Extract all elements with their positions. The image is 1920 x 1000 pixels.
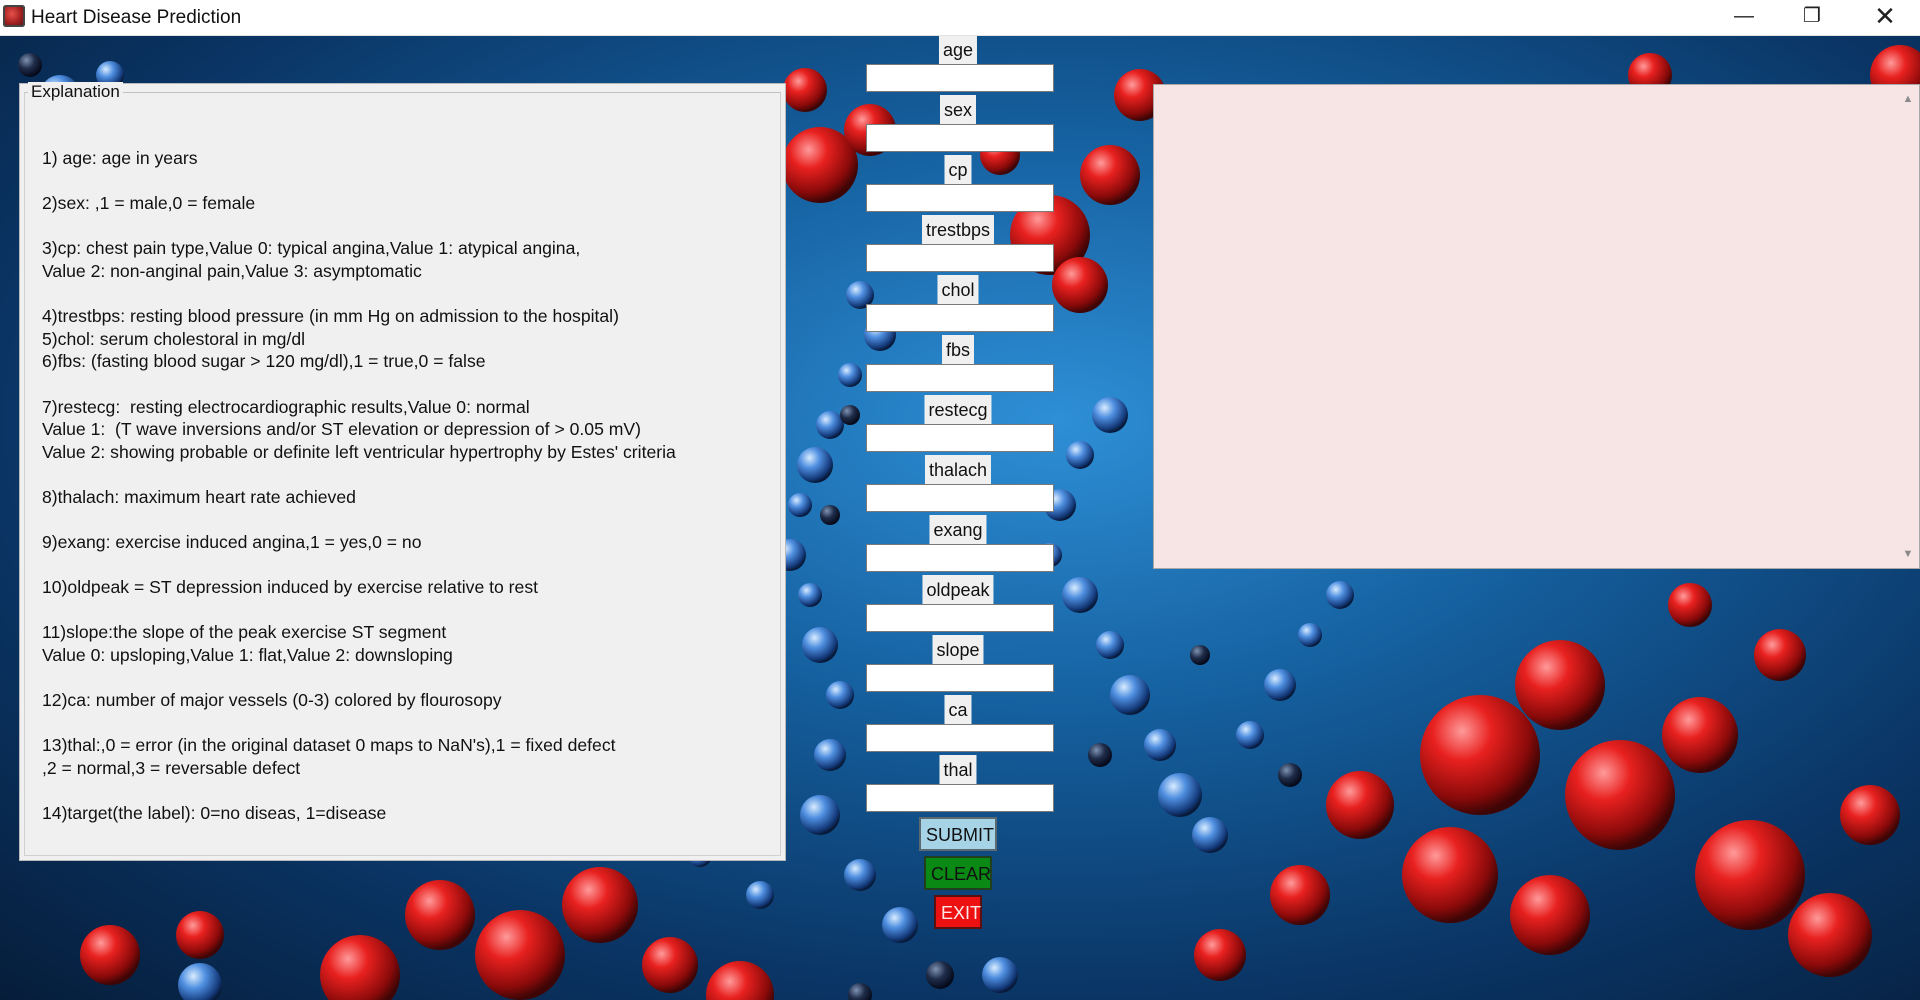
restecg-input[interactable]: [866, 424, 1054, 452]
explanation-legend: Explanation: [28, 82, 123, 102]
scroll-up-arrow-icon[interactable]: ▲: [1897, 89, 1919, 109]
slope-input[interactable]: [866, 664, 1054, 692]
result-scrollbar[interactable]: ▲ ▼: [1897, 85, 1919, 568]
sex-label: sex: [939, 95, 977, 125]
close-button[interactable]: ✕: [1850, 0, 1920, 35]
clear-button[interactable]: CLEAR: [924, 856, 992, 890]
fbs-label: fbs: [941, 335, 975, 365]
exit-button[interactable]: EXIT: [934, 895, 982, 929]
oldpeak-input[interactable]: [866, 604, 1054, 632]
chol-label: chol: [937, 275, 979, 305]
slope-label: slope: [932, 635, 984, 665]
chol-input[interactable]: [866, 304, 1054, 332]
explanation-text: 1) age: age in years 2)sex: ,1 = male,0 …: [42, 148, 676, 824]
fbs-input[interactable]: [866, 364, 1054, 392]
oldpeak-label: oldpeak: [922, 575, 994, 605]
title-bar[interactable]: Heart Disease Prediction — ❐ ✕: [0, 0, 1920, 36]
exang-input[interactable]: [866, 544, 1054, 572]
ca-input[interactable]: [866, 724, 1054, 752]
window-title: Heart Disease Prediction: [31, 7, 242, 28]
thal-label: thal: [939, 755, 977, 785]
age-input[interactable]: [866, 64, 1054, 92]
age-label: age: [938, 35, 978, 65]
explanation-panel: Explanation 1) age: age in years 2)sex: …: [19, 82, 786, 861]
exang-label: exang: [929, 515, 987, 545]
maximize-button[interactable]: ❐: [1778, 0, 1846, 35]
scroll-down-arrow-icon[interactable]: ▼: [1897, 544, 1919, 564]
sex-input[interactable]: [866, 124, 1054, 152]
cp-label: cp: [944, 155, 972, 185]
trestbps-label: trestbps: [921, 215, 995, 245]
ca-label: ca: [944, 695, 972, 725]
trestbps-input[interactable]: [866, 244, 1054, 272]
thalach-label: thalach: [924, 455, 992, 485]
result-text: [1160, 89, 1893, 564]
minimize-button[interactable]: —: [1710, 0, 1778, 35]
thal-input[interactable]: [866, 784, 1054, 812]
app-icon: [3, 5, 25, 27]
restecg-label: restecg: [924, 395, 992, 425]
result-textarea[interactable]: ▲ ▼: [1153, 84, 1920, 569]
cp-input[interactable]: [866, 184, 1054, 212]
thalach-input[interactable]: [866, 484, 1054, 512]
submit-button[interactable]: SUBMIT: [919, 817, 997, 851]
app-window: Heart Disease Prediction — ❐ ✕ Explanati…: [0, 0, 1920, 1000]
